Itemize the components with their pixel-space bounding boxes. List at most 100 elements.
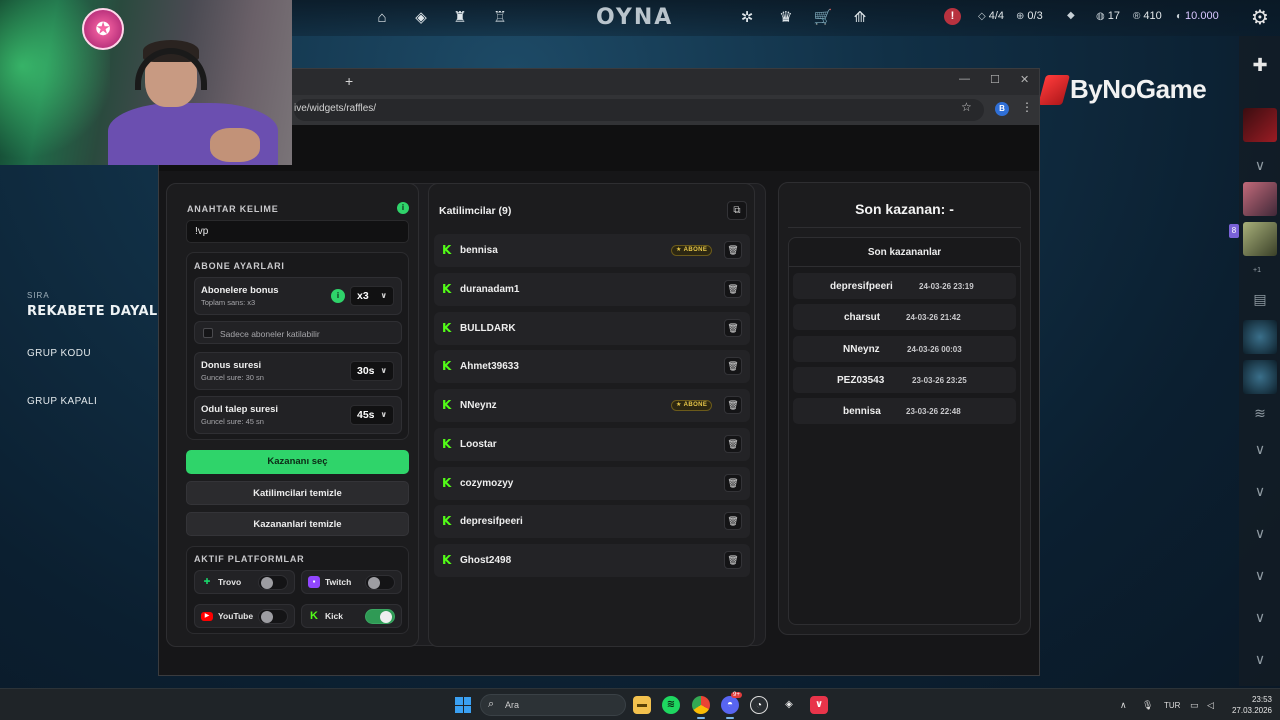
- more-friends-count[interactable]: +1: [1253, 267, 1261, 274]
- minimize-icon[interactable]: —: [959, 73, 970, 85]
- store-icon[interactable]: 🛒: [813, 8, 833, 28]
- tray-chevron-icon[interactable]: ∧: [1120, 700, 1127, 711]
- keyword-input[interactable]: !vp: [186, 220, 409, 243]
- chrome-icon[interactable]: [692, 696, 710, 714]
- offline-icon[interactable]: ≋: [1249, 402, 1271, 424]
- delete-icon[interactable]: 🗑: [724, 357, 742, 376]
- sub-bonus-select[interactable]: x3 ∨: [350, 286, 394, 306]
- valorant-launcher-icon[interactable]: ◈: [780, 696, 798, 714]
- friend-avatar[interactable]: [1243, 222, 1277, 256]
- url-field[interactable]: ive/widgets/raffles/: [294, 99, 984, 121]
- social-sidebar: ✚ ∨ 8 +1 ▤ ≋ ∨ ∨ ∨ ∨ ∨ ∨: [1229, 36, 1280, 686]
- delete-icon[interactable]: 🗑: [724, 434, 742, 453]
- friend-avatar[interactable]: [1243, 182, 1277, 216]
- group-icon[interactable]: ▤: [1249, 288, 1271, 310]
- valorant-offline-icon[interactable]: ∨: [1249, 606, 1271, 628]
- obs-icon[interactable]: ◔: [750, 696, 768, 714]
- winner-name: charsut: [844, 312, 881, 324]
- queue-mode[interactable]: REKABETE DAYALI: [27, 304, 163, 319]
- microphone-icon[interactable]: 🎙: [1142, 700, 1153, 711]
- collection-icon[interactable]: ♖: [490, 8, 510, 28]
- rank-icon[interactable]: ⟰: [850, 8, 870, 28]
- sub-only-checkbox[interactable]: [203, 328, 213, 338]
- valorant-offline-icon[interactable]: ∨: [1249, 480, 1271, 502]
- lol-friend-avatar[interactable]: [1243, 320, 1277, 354]
- radianite-value: 410: [1143, 10, 1162, 22]
- donus-subtitle: Guncel sure: 30 sn: [201, 373, 264, 382]
- donus-select[interactable]: 30s ∨: [350, 361, 394, 381]
- system-clock[interactable]: 23:53 27.03.2026: [1228, 694, 1272, 716]
- bookmark-star-icon[interactable]: ☆: [961, 100, 972, 114]
- spotify-icon[interactable]: ≋: [662, 696, 680, 714]
- kebab-menu-icon[interactable]: ⋮: [1021, 100, 1033, 114]
- twitch-toggle[interactable]: [365, 575, 395, 590]
- platform-youtube: ▶ YouTube: [194, 604, 295, 628]
- delete-icon[interactable]: 🗑: [724, 279, 742, 298]
- taskbar-search[interactable]: ⌕ Ara: [480, 694, 626, 716]
- info-icon[interactable]: i: [331, 289, 345, 303]
- network-icon[interactable]: ▭: [1190, 700, 1199, 711]
- file-explorer-icon[interactable]: ▬: [633, 696, 651, 714]
- winner-name: depresifpeeri: [830, 281, 893, 292]
- winner-date: 24-03-26 00:03: [907, 344, 962, 354]
- delete-icon[interactable]: 🗑: [724, 512, 742, 531]
- add-friend-icon[interactable]: ✚: [1243, 48, 1277, 82]
- discord-badge: 9+: [731, 692, 742, 698]
- clear-participants-button[interactable]: Katilimcilari temizle: [186, 481, 409, 505]
- card-icon[interactable]: ◆: [1067, 10, 1075, 21]
- career-icon[interactable]: ◈: [411, 8, 431, 28]
- windows-start-icon[interactable]: [455, 697, 471, 713]
- valorant-offline-icon[interactable]: ∨: [1249, 648, 1271, 670]
- maximize-icon[interactable]: ☐: [990, 73, 1000, 86]
- valorant-offline-icon[interactable]: ∨: [1249, 522, 1271, 544]
- collapse-icon[interactable]: ∨: [1249, 154, 1271, 176]
- party-count: ◇ 4/4: [978, 10, 1004, 22]
- platform-name: Twitch: [325, 577, 352, 587]
- lol-friend-avatar[interactable]: [1243, 360, 1277, 394]
- winner-name: bennisa: [843, 406, 881, 417]
- riot-client-icon[interactable]: ∨: [810, 696, 828, 714]
- group-closed-button[interactable]: GRUP KAPALI: [27, 396, 97, 407]
- participant-row: Kdepresifpeeri 🗑: [434, 505, 750, 539]
- language-indicator[interactable]: TUR: [1164, 701, 1180, 710]
- pick-winner-button[interactable]: Kazananı seç: [186, 450, 409, 474]
- trovo-toggle[interactable]: [258, 575, 288, 590]
- friend-avatar[interactable]: [1243, 108, 1277, 142]
- valorant-offline-icon[interactable]: ∨: [1249, 564, 1271, 586]
- delete-icon[interactable]: 🗑: [724, 396, 742, 414]
- valorant-offline-icon[interactable]: ∨: [1249, 438, 1271, 460]
- url-text[interactable]: ive/widgets/raffles/: [294, 103, 376, 114]
- delete-icon[interactable]: 🗑: [724, 241, 742, 259]
- progress-icon[interactable]: ♛: [776, 8, 796, 28]
- volume-icon[interactable]: ◁: [1207, 700, 1214, 711]
- close-icon[interactable]: ✕: [1020, 73, 1029, 86]
- radianite-icon: ®: [1133, 10, 1141, 22]
- youtube-toggle[interactable]: [258, 609, 288, 624]
- delete-icon[interactable]: 🗑: [724, 318, 742, 337]
- play-button[interactable]: OYNA: [596, 5, 673, 30]
- queue-kicker: SIRA: [27, 291, 50, 300]
- clear-winners-button[interactable]: Kazananlari temizle: [186, 512, 409, 536]
- gear-icon[interactable]: ⚙: [1248, 6, 1272, 30]
- info-icon[interactable]: i: [397, 202, 409, 214]
- battlepass-icon[interactable]: ✲: [737, 8, 757, 28]
- subscriber-badge: ★ ABONE: [671, 245, 713, 256]
- home-icon[interactable]: ⌂: [372, 8, 392, 28]
- profile-avatar[interactable]: B: [995, 102, 1009, 116]
- odul-select[interactable]: 45s ∨: [350, 405, 394, 425]
- vp-stat: ◐ 10.000: [1176, 10, 1219, 22]
- chevron-down-icon: ∨: [380, 291, 388, 300]
- participant-name: Loostar: [460, 438, 497, 450]
- delete-icon[interactable]: 🗑: [724, 473, 742, 492]
- discord-icon[interactable]: ◓: [721, 696, 739, 714]
- kick-toggle[interactable]: [365, 609, 395, 624]
- streamer-logo-icon: ✪: [82, 8, 124, 50]
- agents-icon[interactable]: ♜: [450, 8, 470, 28]
- copy-icon[interactable]: ⧉: [727, 201, 747, 220]
- group-code-button[interactable]: GRUP KODU: [27, 348, 91, 359]
- odul-value: 45s: [357, 409, 375, 421]
- chevron-down-icon: ∨: [380, 366, 388, 375]
- alert-badge[interactable]: !: [944, 8, 961, 25]
- new-tab-button[interactable]: +: [345, 73, 353, 89]
- delete-icon[interactable]: 🗑: [724, 551, 742, 569]
